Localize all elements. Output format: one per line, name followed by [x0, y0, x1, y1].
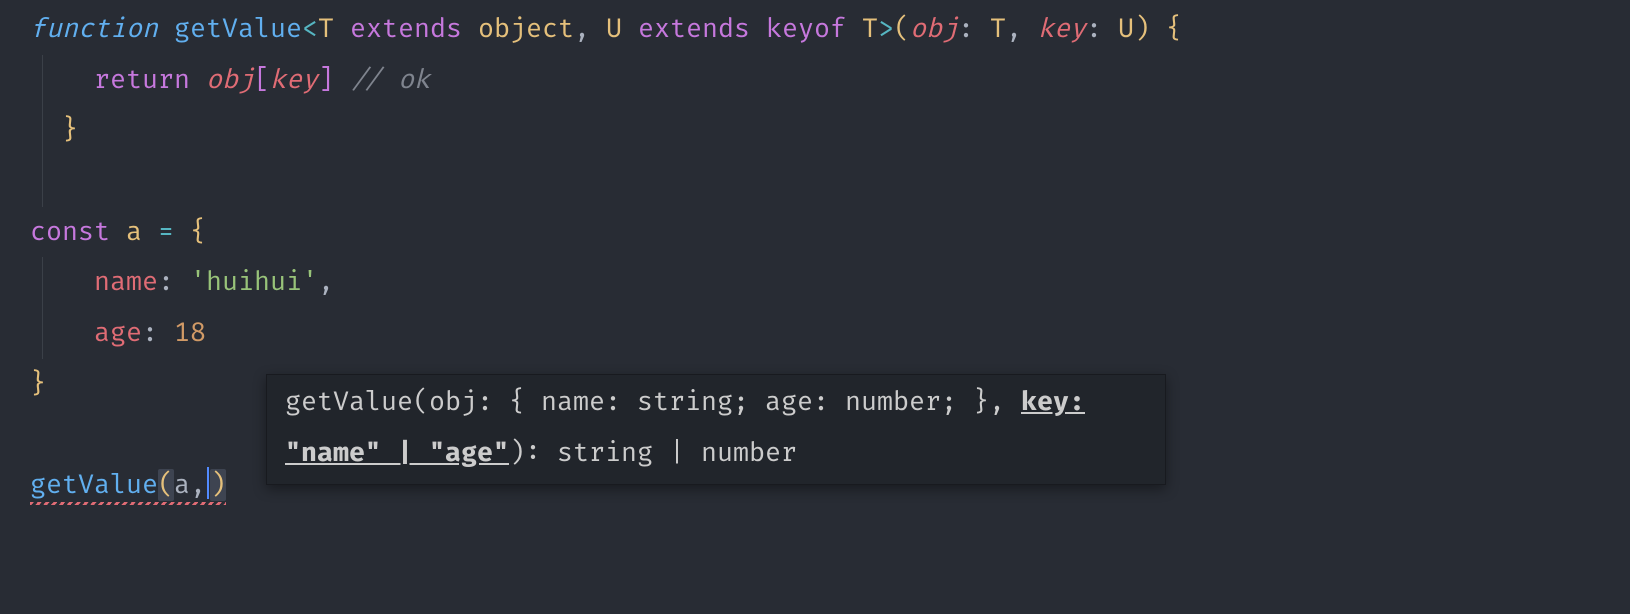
keyword-keyof: keyof — [766, 13, 846, 45]
angle-open: < — [302, 13, 318, 45]
comment: // ok — [350, 64, 430, 96]
comma: , — [190, 469, 206, 501]
function-name: getValue — [174, 13, 302, 45]
colon: : — [1086, 13, 1102, 45]
brace-close: } — [30, 368, 46, 400]
comma: , — [318, 266, 334, 298]
signature-suffix: ): string | number — [509, 437, 797, 469]
signature-prefix: getValue(obj: { name: string; age: numbe… — [285, 386, 1021, 418]
paren-open: ( — [158, 469, 174, 501]
code-line-3[interactable]: } — [0, 105, 1630, 156]
type-param-U: U — [606, 13, 622, 45]
comma: , — [574, 13, 590, 45]
code-line-7[interactable]: age: 18 — [0, 308, 1630, 359]
identifier-obj: obj — [206, 64, 254, 96]
argument-a: a — [174, 469, 190, 501]
keyword-function: function — [30, 13, 158, 45]
comma: , — [1006, 13, 1022, 45]
code-line-4[interactable] — [0, 156, 1630, 207]
bracket-close: ] — [318, 64, 334, 96]
paren-close: ) — [210, 469, 226, 501]
brace-close: } — [62, 114, 78, 146]
code-line-6[interactable]: name: 'huihui', — [0, 257, 1630, 308]
colon: : — [158, 266, 174, 298]
paren-open: ( — [894, 13, 910, 45]
param-obj: obj — [910, 13, 958, 45]
signature-help-tooltip: getValue(obj: { name: string; age: numbe… — [266, 374, 1166, 485]
number-18: 18 — [174, 317, 206, 349]
operator-equals: = — [158, 216, 174, 248]
colon: : — [958, 13, 974, 45]
type-U: U — [1118, 13, 1134, 45]
bracket-open: [ — [254, 64, 270, 96]
brace-open: { — [190, 216, 206, 248]
variable-a: a — [126, 216, 142, 248]
type-param-T: T — [318, 13, 334, 45]
angle-close: > — [878, 13, 894, 45]
param-key: key — [1038, 13, 1086, 45]
type-object: object — [478, 13, 574, 45]
keyword-extends: extends — [350, 13, 462, 45]
keyword-extends: extends — [638, 13, 750, 45]
colon: : — [142, 317, 158, 349]
type-T: T — [862, 13, 878, 45]
code-line-1[interactable]: function getValue<T extends object, U ex… — [0, 4, 1630, 55]
text-cursor — [207, 467, 209, 499]
code-line-2[interactable]: return obj[key] // ok — [0, 55, 1630, 106]
code-line-5[interactable]: const a = { — [0, 207, 1630, 258]
paren-close: ) — [1134, 13, 1150, 45]
type-T: T — [990, 13, 1006, 45]
property-name: name — [94, 266, 158, 298]
string-huihui: 'huihui' — [190, 266, 318, 298]
keyword-return: return — [94, 64, 190, 96]
function-call: getValue — [30, 469, 158, 501]
identifier-key: key — [270, 64, 318, 96]
error-underline: getValue(a,) — [30, 460, 226, 511]
keyword-const: const — [30, 216, 110, 248]
brace-open: { — [1166, 13, 1182, 45]
property-age: age — [94, 317, 142, 349]
